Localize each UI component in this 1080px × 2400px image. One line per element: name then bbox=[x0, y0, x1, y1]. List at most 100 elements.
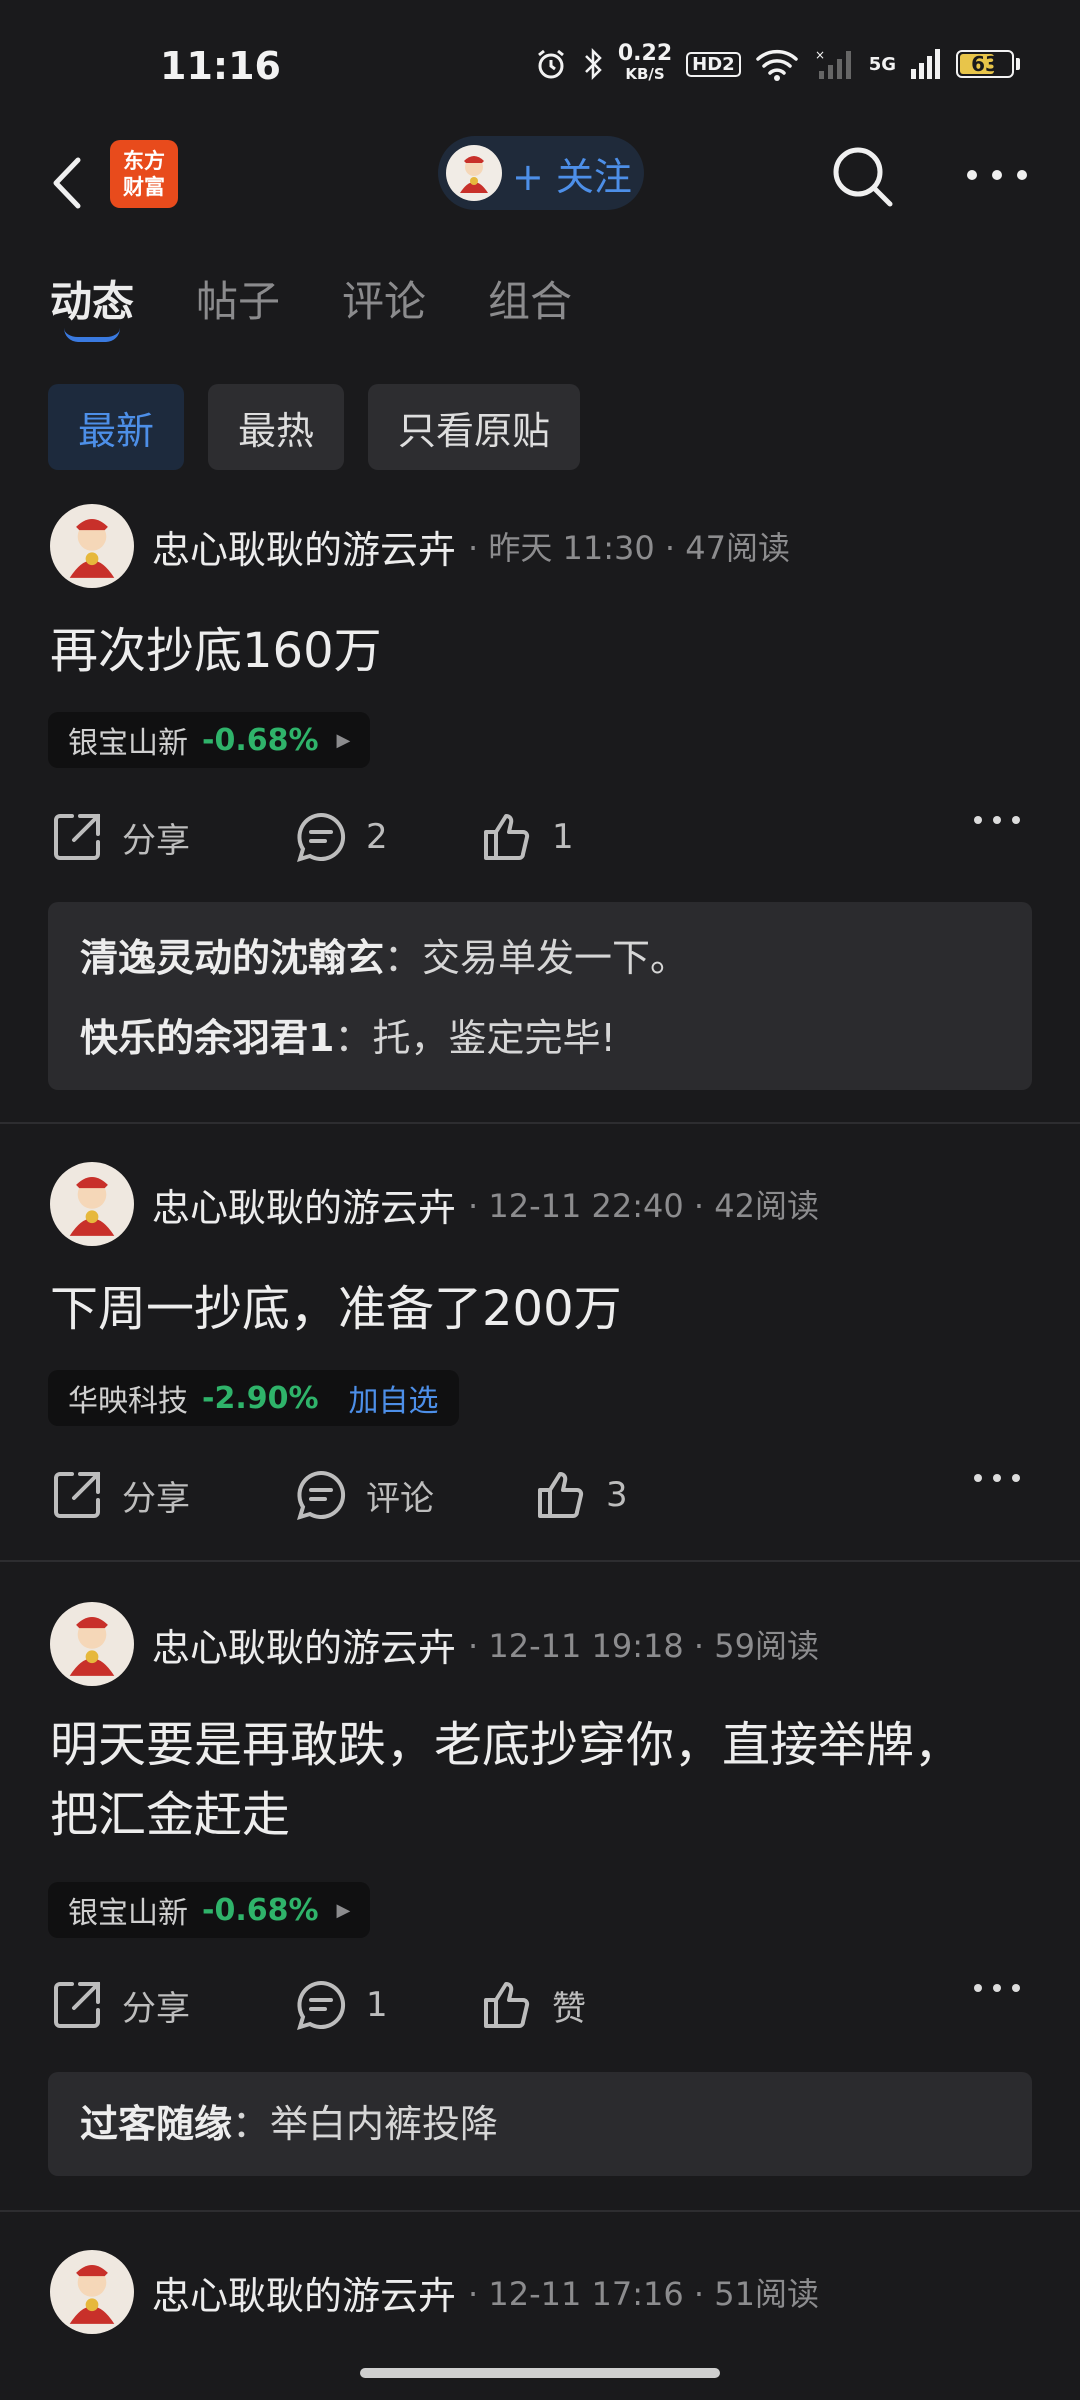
post-more-button[interactable] bbox=[972, 1468, 1040, 1488]
post-meta: · 昨天 11:30 · 47阅读 bbox=[468, 529, 790, 567]
comment-preview[interactable]: 过客随缘：举白内裤投降 bbox=[48, 2072, 1032, 2176]
avatar-figure-icon bbox=[69, 518, 115, 578]
filter-latest[interactable]: 最新 bbox=[48, 384, 185, 470]
tab-comments[interactable]: 评论 bbox=[342, 268, 426, 329]
comment-line: 快乐的余羽君1：托，鉴定完毕! bbox=[80, 1016, 616, 1060]
author-name[interactable]: 忠心耿耿的游云卉 bbox=[152, 1617, 456, 1672]
post-author[interactable]: 忠心耿耿的游云卉 · 12-11 17:16 · 51阅读 bbox=[50, 2250, 819, 2334]
post-divider bbox=[0, 1122, 1080, 1124]
more-options-icon bbox=[974, 1984, 1020, 1992]
follow-button[interactable]: + 关注 bbox=[438, 136, 644, 210]
post-meta: · 12-11 17:16 · 51阅读 bbox=[468, 2275, 819, 2313]
tab-posts[interactable]: 帖子 bbox=[196, 268, 280, 329]
post-actions: 分享 1 赞 bbox=[50, 1978, 1040, 2048]
comment-button[interactable]: 1 bbox=[294, 1978, 388, 2032]
post-divider bbox=[0, 2210, 1080, 2212]
share-icon bbox=[54, 1472, 100, 1518]
comment-user[interactable]: 清逸灵动的沈翰玄 bbox=[80, 936, 384, 980]
post-meta: · 12-11 19:18 · 59阅读 bbox=[468, 1627, 819, 1665]
like-button[interactable]: 赞 bbox=[480, 1978, 586, 2032]
post-content[interactable]: 再次抄底160万 bbox=[50, 616, 1040, 686]
stock-change: -2.90% bbox=[202, 1380, 319, 1416]
svg-text:×: × bbox=[815, 48, 825, 62]
search-icon[interactable] bbox=[830, 144, 896, 210]
bluetooth-icon bbox=[584, 47, 602, 81]
comment-user[interactable]: 过客随缘 bbox=[80, 2102, 232, 2146]
hd-badge: HD2 bbox=[686, 51, 741, 77]
play-arrow-icon: ▶ bbox=[336, 729, 351, 751]
share-icon bbox=[54, 1982, 100, 2028]
status-bar: 11:16 0.22 KB/S HD2 × 5G 63 bbox=[0, 0, 1080, 130]
post-author[interactable]: 忠心耿耿的游云卉 · 12-11 19:18 · 59阅读 bbox=[50, 1602, 819, 1686]
comment-button[interactable]: 评论 bbox=[294, 1468, 434, 1522]
share-icon bbox=[54, 814, 100, 860]
tab-dynamic[interactable]: 动态 bbox=[50, 268, 134, 342]
app-logo[interactable]: 东方 财富 bbox=[110, 140, 178, 208]
signal-weak-icon: × bbox=[815, 48, 851, 79]
wifi-icon bbox=[755, 49, 798, 81]
author-name[interactable]: 忠心耿耿的游云卉 bbox=[152, 519, 456, 574]
stock-name: 银宝山新 bbox=[68, 726, 188, 761]
avatar-figure-icon bbox=[69, 1176, 115, 1236]
like-button[interactable]: 3 bbox=[534, 1468, 628, 1522]
filter-hottest[interactable]: 最热 bbox=[208, 384, 345, 470]
comment-user[interactable]: 快乐的余羽君1 bbox=[80, 1016, 334, 1060]
follow-label: + 关注 bbox=[512, 154, 632, 199]
stock-change: -0.68% bbox=[202, 1892, 319, 1928]
stock-tag[interactable]: 银宝山新 -0.68% ▶ bbox=[48, 712, 371, 768]
author-name[interactable]: 忠心耿耿的游云卉 bbox=[152, 2265, 456, 2320]
like-button[interactable]: 1 bbox=[480, 810, 574, 864]
tab-portfolio[interactable]: 组合 bbox=[488, 268, 572, 329]
filter-bar: 最新 最热 只看原贴 bbox=[48, 384, 581, 470]
avatar[interactable] bbox=[50, 2250, 134, 2334]
stock-name: 华映科技 bbox=[68, 1384, 188, 1419]
avatar-figure-icon bbox=[69, 1616, 115, 1676]
add-watchlist-button[interactable]: 加自选 bbox=[349, 1376, 439, 1420]
post-content[interactable]: 明天要是再敢跌，老底抄穿你，直接举牌， 把汇金赶走 bbox=[50, 1710, 1040, 1850]
more-options-icon bbox=[974, 1474, 1020, 1482]
post-item: 忠心耿耿的游云卉 · 12-11 22:40 · 42阅读 下周一抄底，准备了2… bbox=[0, 1162, 1080, 1562]
thumbs-up-icon bbox=[538, 1472, 584, 1518]
post-content[interactable]: 下周一抄底，准备了200万 bbox=[50, 1274, 1040, 1344]
share-button[interactable]: 分享 bbox=[50, 810, 190, 864]
network-5g-label: 5G bbox=[868, 53, 896, 75]
filter-original-only[interactable]: 只看原贴 bbox=[368, 384, 581, 470]
tab-indicator bbox=[64, 328, 120, 342]
post-author[interactable]: 忠心耿耿的游云卉 · 12-11 22:40 · 42阅读 bbox=[50, 1162, 819, 1246]
avatar[interactable] bbox=[50, 1162, 134, 1246]
status-icons: 0.22 KB/S HD2 × 5G 63 bbox=[534, 41, 1020, 84]
thumbs-up-icon bbox=[484, 814, 530, 860]
alarm-icon bbox=[537, 49, 564, 79]
thumbs-up-icon bbox=[484, 1982, 530, 2028]
more-options-icon[interactable] bbox=[962, 160, 1032, 190]
comment-preview[interactable]: 清逸灵动的沈翰玄：交易单发一下。 快乐的余羽君1：托，鉴定完毕! bbox=[48, 902, 1032, 1090]
tab-bar: 动态 帖子 评论 组合 bbox=[50, 268, 572, 342]
stock-tag[interactable]: 银宝山新 -0.68% ▶ bbox=[48, 1882, 371, 1938]
post-item: 忠心耿耿的游云卉 · 12-11 17:16 · 51阅读 bbox=[0, 2250, 1080, 2350]
share-button[interactable]: 分享 bbox=[50, 1978, 190, 2032]
stock-change: -0.68% bbox=[202, 722, 319, 758]
post-actions: 分享 2 1 bbox=[50, 810, 1040, 880]
post-more-button[interactable] bbox=[972, 1978, 1040, 1998]
post-actions: 分享 评论 3 bbox=[50, 1468, 1040, 1538]
avatar-figure-icon bbox=[460, 156, 488, 193]
author-name[interactable]: 忠心耿耿的游云卉 bbox=[152, 1177, 456, 1232]
comment-line: 清逸灵动的沈翰玄：交易单发一下。 bbox=[80, 936, 689, 980]
avatar[interactable] bbox=[50, 1602, 134, 1686]
comment-line: 过客随缘：举白内裤投降 bbox=[80, 2102, 499, 2146]
more-options-icon bbox=[974, 816, 1020, 824]
comment-icon bbox=[297, 1470, 346, 1520]
battery-icon: 63 bbox=[956, 50, 1020, 78]
post-meta: · 12-11 22:40 · 42阅读 bbox=[468, 1187, 819, 1225]
home-indicator[interactable] bbox=[360, 2368, 720, 2378]
share-button[interactable]: 分享 bbox=[50, 1468, 190, 1522]
net-speed: 0.22 KB/S bbox=[617, 41, 673, 84]
app-header: 东方 财富 + 关注 bbox=[0, 130, 1080, 240]
post-item: 忠心耿耿的游云卉 · 12-11 19:18 · 59阅读 明天要是再敢跌，老底… bbox=[0, 1602, 1080, 2202]
post-author[interactable]: 忠心耿耿的游云卉 · 昨天 11:30 · 47阅读 bbox=[50, 504, 790, 588]
stock-tag[interactable]: 华映科技 -2.90% 加自选 bbox=[48, 1370, 459, 1426]
comment-button[interactable]: 2 bbox=[294, 810, 388, 864]
post-more-button[interactable] bbox=[972, 810, 1040, 830]
back-arrow-icon[interactable] bbox=[44, 148, 94, 218]
avatar[interactable] bbox=[50, 504, 134, 588]
